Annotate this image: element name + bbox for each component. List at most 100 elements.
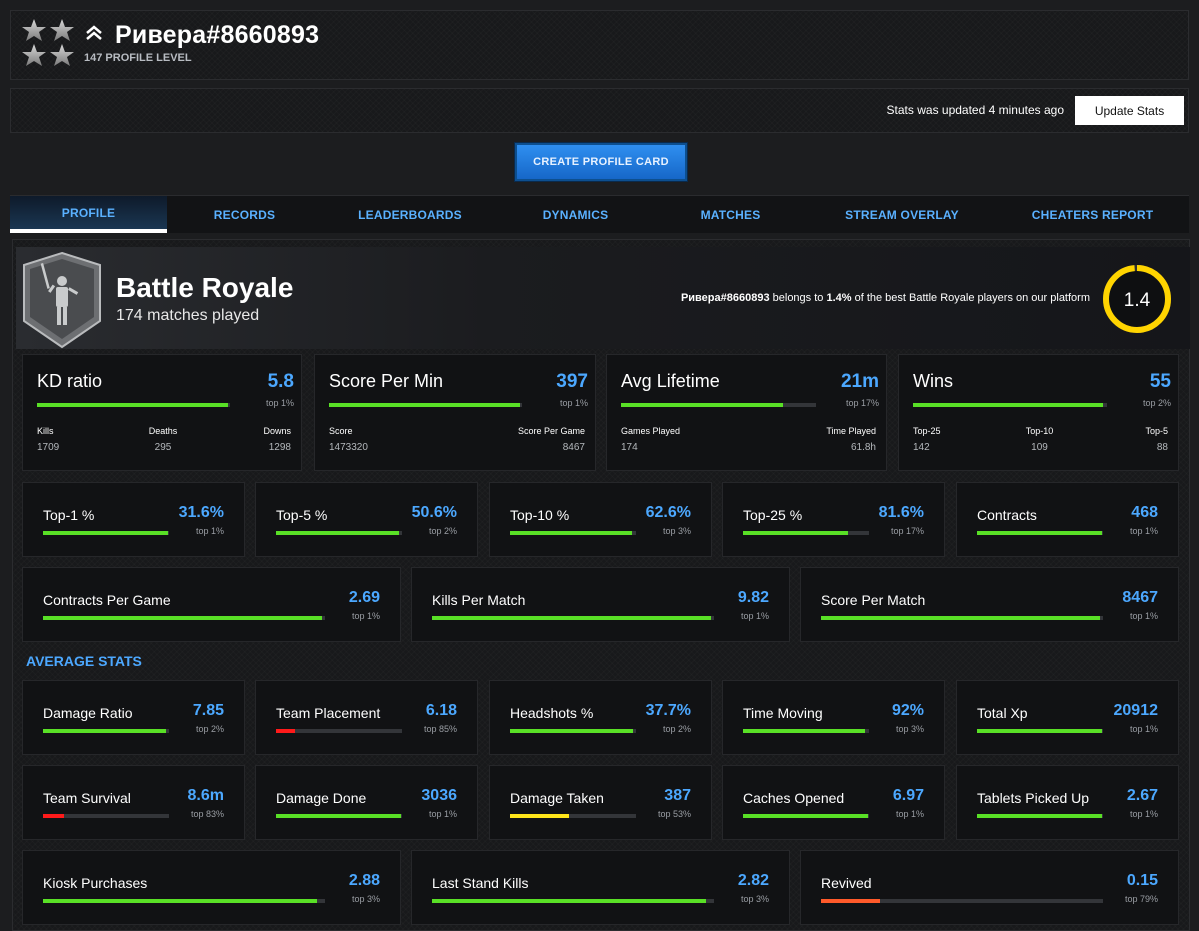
stat-card-tablets-picked-up: Tablets Picked Up 2.67 top 1%: [956, 765, 1179, 840]
stat-card-kiosk-purchases: Kiosk Purchases 2.88 top 3%: [22, 850, 401, 925]
tab-profile[interactable]: PROFILE: [10, 196, 167, 233]
stat-progress-bar: [276, 814, 402, 818]
stat-label: KD ratio: [37, 371, 103, 391]
update-stats-button[interactable]: Update Stats: [1075, 96, 1184, 125]
stat-progress-bar: [743, 814, 869, 818]
create-profile-card-button[interactable]: CREATE PROFILE CARD: [515, 143, 687, 181]
stat-label: Damage Done: [276, 790, 367, 806]
stat-value: 21m: [840, 371, 879, 392]
stat-progress-bar: [977, 729, 1103, 733]
stat-value: 2.69: [348, 589, 380, 606]
stat-rank: top 1%: [895, 809, 924, 819]
stat-value: 31.6%: [178, 504, 224, 521]
stat-progress-fill: [432, 616, 712, 620]
stat-label: Contracts: [977, 507, 1037, 523]
stat-progress-fill: [913, 403, 1104, 407]
stat-progress-fill: [276, 729, 295, 733]
stat-label: Last Stand Kills: [432, 875, 529, 891]
stat-progress-bar: [913, 403, 1107, 407]
sub-stat-value: 142: [913, 442, 930, 453]
stat-label: Kiosk Purchases: [43, 875, 148, 891]
stat-rank: top 2%: [428, 526, 457, 536]
stat-progress-bar: [977, 814, 1103, 818]
stat-label: Contracts Per Game: [43, 592, 171, 608]
stat-card-top-10-pct: Top-10 % 62.6% top 3%: [489, 482, 712, 557]
stat-label: Time Moving: [743, 705, 823, 721]
stat-progress-fill: [37, 403, 229, 407]
stat-progress-fill: [43, 531, 168, 535]
stat-card-damage-ratio: Damage Ratio 7.85 top 2%: [22, 680, 245, 755]
stat-rank: top 3%: [351, 894, 380, 904]
stat-label: Top-5 %: [276, 507, 328, 523]
stat-progress-fill: [276, 531, 400, 535]
stat-progress-bar: [621, 403, 816, 407]
stat-card-score-per-match: Score Per Match 8467 top 1%: [800, 567, 1179, 642]
stat-progress-bar: [43, 616, 325, 620]
stat-value: 2.82: [737, 872, 769, 889]
stat-rank: top 17%: [845, 398, 879, 408]
sub-stat-value: 1473320: [329, 442, 368, 453]
stat-progress-bar: [743, 531, 869, 535]
tab-dynamics[interactable]: DYNAMICS: [498, 196, 653, 233]
stat-rank: top 1%: [1129, 809, 1158, 819]
stat-label: Score Per Min: [329, 371, 444, 391]
stat-value: 387: [664, 787, 691, 804]
tab-stream-overlay[interactable]: STREAM OVERLAY: [808, 196, 996, 233]
stat-progress-fill: [743, 531, 848, 535]
sub-stat-value: 88: [1156, 442, 1168, 453]
stat-card-score-per-min: Score Per Min 397 top 1% Score 1473320 Score …: [314, 354, 596, 471]
stat-progress-bar: [432, 616, 714, 620]
stat-value: 6.97: [892, 787, 924, 804]
stat-progress-fill: [43, 729, 167, 733]
stat-card-top-5-pct: Top-5 % 50.6% top 2%: [255, 482, 478, 557]
stat-card-caches-opened: Caches Opened 6.97 top 1%: [722, 765, 945, 840]
sub-stat-label: Deaths: [148, 426, 178, 436]
stat-progress-bar: [43, 899, 325, 903]
average-stats-heading: AVERAGE STATS: [26, 653, 142, 669]
stat-progress-bar: [43, 729, 169, 733]
prestige-chevron-icon: [86, 25, 102, 40]
stat-progress-fill: [977, 531, 1102, 535]
stat-label: Kills Per Match: [432, 592, 526, 608]
stat-card-avg-lifetime: Avg Lifetime 21m top 17% Games Played 174 Tim…: [606, 354, 887, 471]
stat-rank: top 1%: [195, 526, 224, 536]
stat-progress-fill: [43, 616, 323, 620]
stat-label: Damage Taken: [510, 790, 604, 806]
tab-records[interactable]: RECORDS: [167, 196, 322, 233]
stat-rank: top 2%: [195, 724, 224, 734]
stat-progress-bar: [977, 531, 1103, 535]
percentile-text: Ривера#8660893 belongs to 1.4% of the be…: [680, 292, 1090, 304]
tab-cheaters-report[interactable]: CHEATERS REPORT: [996, 196, 1189, 233]
sub-stat-value: 174: [621, 442, 638, 453]
tab-leaderboards[interactable]: LEADERBOARDS: [322, 196, 498, 233]
stat-progress-bar: [432, 899, 714, 903]
stat-rank: top 1%: [1129, 611, 1158, 621]
stat-progress-fill: [743, 729, 866, 733]
stat-value: 37.7%: [645, 702, 691, 719]
profile-header: Ривера#8660893 147 PROFILE LEVEL: [10, 10, 1189, 80]
stat-rank: top 1%: [1129, 724, 1158, 734]
sub-stat-label: Games Played: [621, 426, 681, 436]
stat-progress-fill: [621, 403, 783, 407]
tab-matches[interactable]: MATCHES: [653, 196, 808, 233]
stat-value: 55: [1149, 371, 1171, 392]
sub-stat-value: 295: [154, 442, 172, 453]
stat-value: 2.88: [348, 872, 380, 889]
stat-card-contracts: Contracts 468 top 1%: [956, 482, 1179, 557]
stat-card-total-xp: Total Xp 20912 top 1%: [956, 680, 1179, 755]
stat-progress-bar: [821, 616, 1103, 620]
stat-progress-bar: [510, 814, 636, 818]
stat-card-top-1-pct: Top-1 % 31.6% top 1%: [22, 482, 245, 557]
stat-label: Caches Opened: [743, 790, 845, 806]
stat-rank: top 17%: [890, 526, 924, 536]
stat-value: 8.6m: [187, 787, 224, 804]
sub-stat-label: Score: [329, 426, 353, 436]
stat-card-kd-ratio: KD ratio 5.8 top 1% Kills 1709 Deaths 295 Downs…: [22, 354, 302, 471]
stat-rank: top 3%: [662, 526, 691, 536]
battle-royale-emblem-icon: [23, 251, 101, 349]
stat-progress-bar: [37, 403, 230, 407]
stat-progress-bar: [821, 899, 1103, 903]
stat-progress-fill: [821, 616, 1101, 620]
stat-value: 0.15: [1126, 872, 1158, 889]
rating-ring: 1.4: [1103, 265, 1171, 333]
